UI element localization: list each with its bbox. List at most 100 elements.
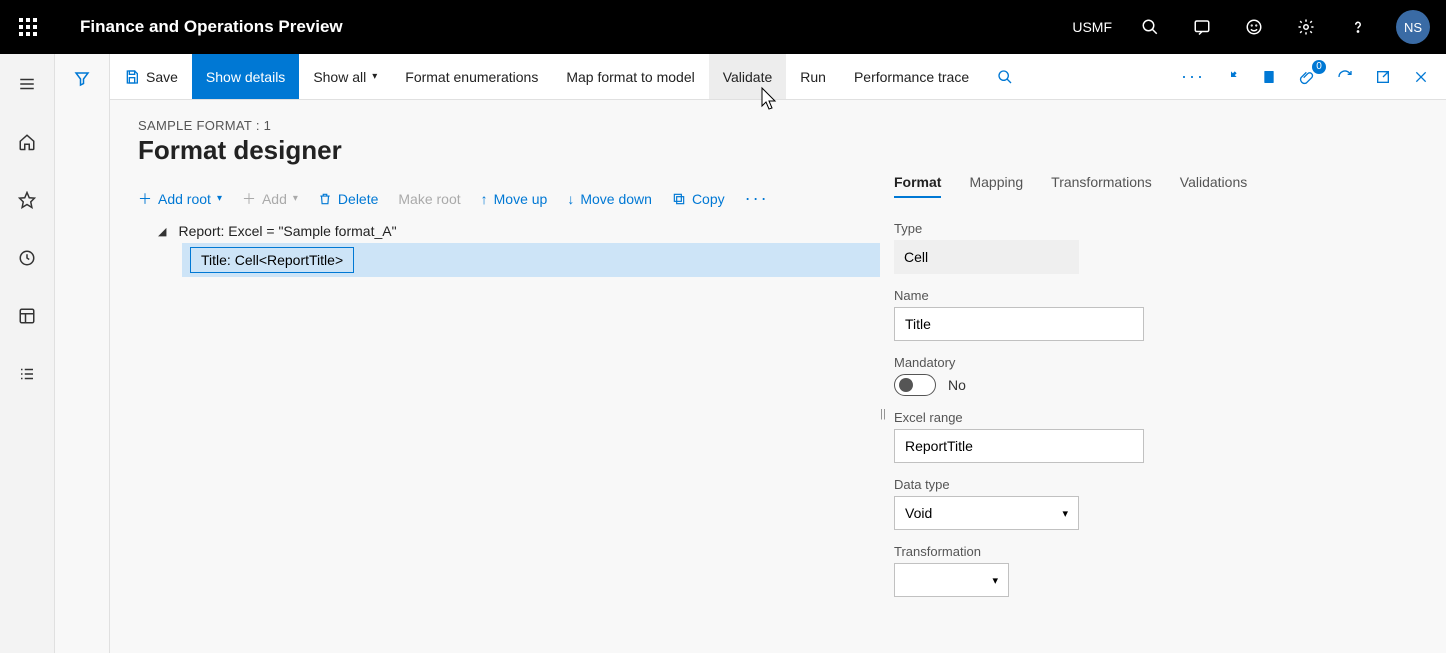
- app-title: Finance and Operations Preview: [66, 17, 343, 37]
- transformation-label: Transformation: [894, 544, 1422, 559]
- delete-label: Delete: [338, 191, 378, 207]
- performance-trace-button[interactable]: Performance trace: [840, 54, 983, 99]
- save-button[interactable]: Save: [110, 54, 192, 99]
- avatar[interactable]: NS: [1396, 10, 1430, 44]
- show-all-button[interactable]: Show all ▾: [299, 54, 391, 99]
- format-enum-label: Format enumerations: [405, 69, 538, 85]
- add-root-label: Add root: [158, 191, 211, 207]
- popout-icon[interactable]: [1372, 66, 1394, 88]
- show-details-label: Show details: [206, 69, 285, 85]
- property-tabs: Format Mapping Transformations Validatio…: [894, 174, 1422, 207]
- close-icon[interactable]: [1410, 66, 1432, 88]
- type-value: Cell: [894, 240, 1079, 274]
- map-format-label: Map format to model: [566, 69, 694, 85]
- tab-mapping[interactable]: Mapping: [969, 174, 1023, 198]
- arrow-down-icon: ↓: [567, 191, 574, 207]
- data-type-select[interactable]: Void ▾: [894, 496, 1079, 530]
- pin-icon[interactable]: [1220, 66, 1242, 88]
- arrow-up-icon: ↑: [481, 191, 488, 207]
- caret-down-icon[interactable]: ◢: [158, 225, 166, 238]
- data-type-label: Data type: [894, 477, 1422, 492]
- excel-range-label: Excel range: [894, 410, 1422, 425]
- field-transformation: Transformation ▾: [894, 544, 1422, 597]
- format-enumerations-button[interactable]: Format enumerations: [391, 54, 552, 99]
- make-root-button: Make root: [398, 191, 460, 207]
- chevron-down-icon: ▾: [293, 193, 298, 204]
- page-header: SAMPLE FORMAT : 1 Format designer: [110, 100, 1446, 174]
- workspace-icon[interactable]: [7, 296, 47, 336]
- copy-button[interactable]: Copy: [672, 191, 725, 207]
- plus-icon: ＋: [138, 189, 152, 209]
- name-input[interactable]: [894, 307, 1144, 341]
- field-excel-range: Excel range: [894, 410, 1422, 463]
- run-button[interactable]: Run: [786, 54, 840, 99]
- chevron-down-icon: ▾: [1062, 507, 1068, 520]
- refresh-icon[interactable]: [1334, 66, 1356, 88]
- waffle-menu[interactable]: [8, 7, 48, 47]
- field-name: Name: [894, 288, 1422, 341]
- perf-trace-label: Performance trace: [854, 69, 969, 85]
- help-icon[interactable]: [1344, 13, 1372, 41]
- office-icon[interactable]: [1258, 66, 1280, 88]
- hamburger-icon[interactable]: [7, 64, 47, 104]
- show-details-button[interactable]: Show details: [192, 54, 299, 99]
- clock-icon[interactable]: [7, 238, 47, 278]
- save-icon: [124, 69, 140, 85]
- chevron-down-icon: ▾: [217, 193, 222, 204]
- cmdbar-search-button[interactable]: [983, 54, 1027, 99]
- content-split: ＋ Add root ▾ ＋ Add ▾ Delete Make root ↑Move …: [110, 174, 1446, 653]
- topbar-right: USMF NS: [1072, 10, 1438, 44]
- filter-column: [55, 54, 110, 653]
- more-icon[interactable]: ···: [1182, 66, 1204, 88]
- attachments-icon[interactable]: 0: [1296, 66, 1318, 88]
- toolbar-more-icon[interactable]: ···: [745, 188, 769, 209]
- tree-root-row[interactable]: ◢ Report: Excel = "Sample format_A": [138, 219, 880, 243]
- breadcrumb: SAMPLE FORMAT : 1: [138, 118, 1418, 133]
- make-root-label: Make root: [398, 191, 460, 207]
- tab-validations[interactable]: Validations: [1180, 174, 1247, 198]
- tab-format[interactable]: Format: [894, 174, 941, 198]
- name-label: Name: [894, 288, 1422, 303]
- mandatory-value: No: [948, 377, 966, 393]
- left-rail: [0, 54, 55, 653]
- tree-child-row[interactable]: Title: Cell<ReportTitle>: [182, 243, 880, 277]
- transformation-select[interactable]: ▾: [894, 563, 1009, 597]
- mandatory-toggle[interactable]: [894, 374, 936, 396]
- excel-range-input[interactable]: [894, 429, 1144, 463]
- add-button: ＋Add▾: [242, 189, 298, 209]
- gear-icon[interactable]: [1292, 13, 1320, 41]
- cmdbar-right: ··· 0: [1168, 54, 1446, 99]
- tree-root-label: Report: Excel = "Sample format_A": [178, 223, 396, 239]
- main: Save Show details Show all ▾ Format enum…: [110, 54, 1446, 653]
- waffle-icon: [19, 18, 37, 36]
- delete-button[interactable]: Delete: [318, 191, 378, 207]
- move-up-button[interactable]: ↑Move up: [481, 191, 548, 207]
- tree-child-label: Title: Cell<ReportTitle>: [190, 247, 354, 273]
- modules-icon[interactable]: [7, 354, 47, 394]
- smiley-icon[interactable]: [1240, 13, 1268, 41]
- field-data-type: Data type Void ▾: [894, 477, 1422, 530]
- search-icon[interactable]: [1136, 13, 1164, 41]
- run-label: Run: [800, 69, 826, 85]
- property-panel: Format Mapping Transformations Validatio…: [886, 174, 1446, 653]
- data-type-value: Void: [905, 505, 932, 521]
- chevron-down-icon: ▾: [372, 71, 377, 82]
- attachments-badge: 0: [1312, 60, 1326, 74]
- move-down-button[interactable]: ↓Move down: [567, 191, 652, 207]
- validate-button[interactable]: Validate: [709, 54, 787, 99]
- page-title: Format designer: [138, 135, 1418, 166]
- type-label: Type: [894, 221, 1422, 236]
- chat-icon[interactable]: [1188, 13, 1216, 41]
- add-root-button[interactable]: ＋ Add root ▾: [138, 189, 222, 209]
- filter-icon[interactable]: [73, 70, 91, 653]
- add-label: Add: [262, 191, 287, 207]
- field-type: Type Cell: [894, 221, 1422, 274]
- tab-transformations[interactable]: Transformations: [1051, 174, 1152, 198]
- mandatory-label: Mandatory: [894, 355, 1422, 370]
- org-label[interactable]: USMF: [1072, 19, 1112, 35]
- command-bar: Save Show details Show all ▾ Format enum…: [110, 54, 1446, 100]
- save-label: Save: [146, 69, 178, 85]
- map-format-button[interactable]: Map format to model: [552, 54, 708, 99]
- home-icon[interactable]: [7, 122, 47, 162]
- star-icon[interactable]: [7, 180, 47, 220]
